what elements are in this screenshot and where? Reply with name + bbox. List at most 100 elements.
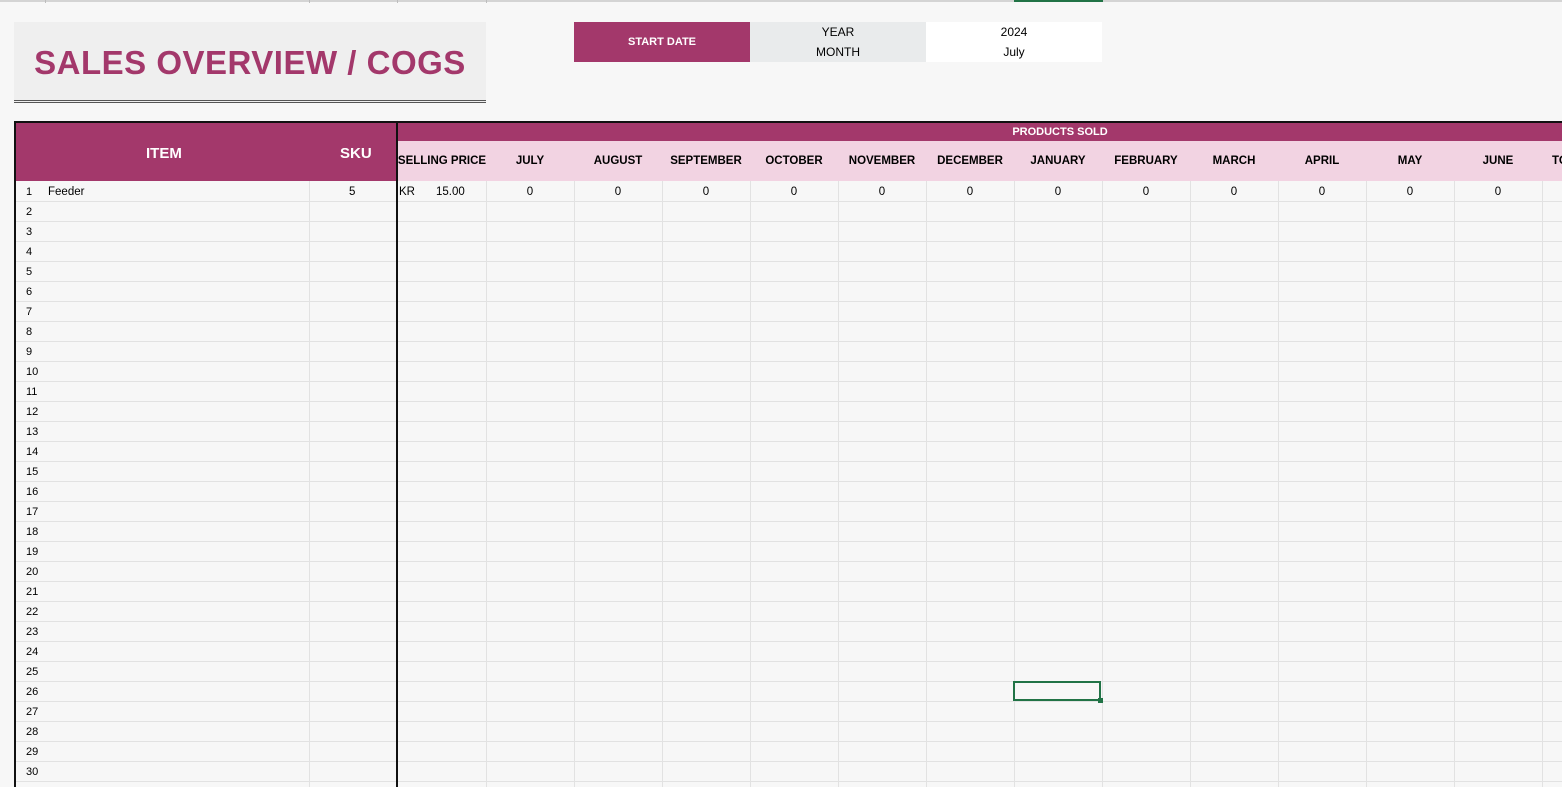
column-header-september[interactable]: SEPTEMBER [662,141,750,181]
start-date-values: 2024 July [926,22,1102,62]
row-number: 7 [26,306,33,318]
products-sold-header[interactable]: PRODUCTS SOLD [398,123,1562,141]
price-cell[interactable]: 15.00 [436,186,465,198]
sku-header[interactable]: SKU [340,145,372,162]
month-value-cell[interactable]: 0 [1190,186,1278,198]
row-gridline [14,261,1562,262]
page-title: SALES OVERVIEW / COGS [34,43,466,81]
col-gridline [750,181,751,787]
month-value-cell[interactable]: 0 [838,186,926,198]
row-number: 11 [26,386,38,398]
column-header-april[interactable]: APRIL [1278,141,1366,181]
column-header-august[interactable]: AUGUST [574,141,662,181]
row-gridline [14,361,1562,362]
row-number: 24 [26,646,39,658]
month-value-cell[interactable]: 0 [750,186,838,198]
col-gridline [1102,181,1103,787]
year-label[interactable]: YEAR [750,22,926,42]
row-gridline [14,281,1562,282]
title-box: SALES OVERVIEW / COGS [14,22,486,103]
month-value-cell[interactable]: 0 [926,186,1014,198]
col-gridline [1542,181,1543,787]
selected-cell[interactable] [1013,681,1103,703]
month-value-cell[interactable]: 0 [1366,186,1454,198]
item-cell[interactable]: Feeder [48,186,84,198]
row-number: 6 [26,286,33,298]
row-gridline [14,581,1562,582]
row-gridline [14,481,1562,482]
row-number: 13 [26,426,39,438]
row-gridline [14,701,1562,702]
column-header-selling-price[interactable]: SELLING PRICE [398,141,486,181]
month-value-cell[interactable]: 0 [574,186,662,198]
sku-cell[interactable]: 5 [349,186,355,198]
column-header-to[interactable]: TO [1542,141,1562,181]
table-border-top [14,121,1562,123]
col-gridline [838,181,839,787]
row-number: 23 [26,626,39,638]
row-gridline [14,501,1562,502]
col-gridline [1366,181,1367,787]
row-gridline [14,781,1562,782]
row-number: 10 [26,366,39,378]
month-value-cell[interactable]: 0 [486,186,574,198]
row-gridline [14,461,1562,462]
row-gridline [14,221,1562,222]
table-border-divider [396,121,398,787]
item-header[interactable]: ITEM [146,145,182,162]
month-value-cell[interactable]: 0 [1454,186,1542,198]
row-gridline [14,381,1562,382]
column-header-march[interactable]: MARCH [1190,141,1278,181]
currency-cell[interactable]: KR [399,186,415,198]
month-value-cell[interactable]: 0 [1278,186,1366,198]
column-header-may[interactable]: MAY [1366,141,1454,181]
row-gridline [14,761,1562,762]
column-header-november[interactable]: NOVEMBER [838,141,926,181]
col-tick [45,0,46,3]
row-gridline [14,341,1562,342]
row-gridline [14,601,1562,602]
row-number: 2 [26,206,33,218]
fill-handle[interactable] [1098,698,1103,703]
selected-column-indicator [1014,0,1103,2]
column-header-july[interactable]: JULY [486,141,574,181]
row-gridline [14,441,1562,442]
item-sku-header: ITEM SKU [16,123,396,181]
column-header-january[interactable]: JANUARY [1014,141,1102,181]
col-gridline [1190,181,1191,787]
col-tick [397,0,398,3]
column-header-february[interactable]: FEBRUARY [1102,141,1190,181]
row-number: 3 [26,226,33,238]
row-gridline [14,301,1562,302]
col-tick [486,0,487,3]
row-number: 25 [26,666,39,678]
month-label[interactable]: MONTH [750,42,926,62]
row-number: 4 [26,246,33,258]
row-number: 28 [26,726,39,738]
row-number: 1 [26,186,33,198]
row-number: 12 [26,406,39,418]
col-gridline [574,181,575,787]
column-header-october[interactable]: OCTOBER [750,141,838,181]
row-gridline [14,641,1562,642]
month-value-cell[interactable]: 0 [1102,186,1190,198]
row-gridline [14,241,1562,242]
column-header-june[interactable]: JUNE [1454,141,1542,181]
column-header-strip [0,0,1562,2]
row-number: 17 [26,506,39,518]
start-date-keys: YEAR MONTH [750,22,926,62]
start-date-label[interactable]: START DATE [574,22,750,62]
col-gridline [926,181,927,787]
month-value-cell[interactable]: July [926,42,1102,62]
column-header-december[interactable]: DECEMBER [926,141,1014,181]
year-value-cell[interactable]: 2024 [926,22,1102,42]
month-value-cell[interactable]: 0 [662,186,750,198]
row-number: 29 [26,746,39,758]
col-gridline [662,181,663,787]
row-gridline [14,421,1562,422]
month-value-cell[interactable]: 0 [1014,186,1102,198]
row-number: 18 [26,526,39,538]
row-number: 8 [26,326,33,338]
row-number: 30 [26,766,39,778]
row-gridline [14,621,1562,622]
